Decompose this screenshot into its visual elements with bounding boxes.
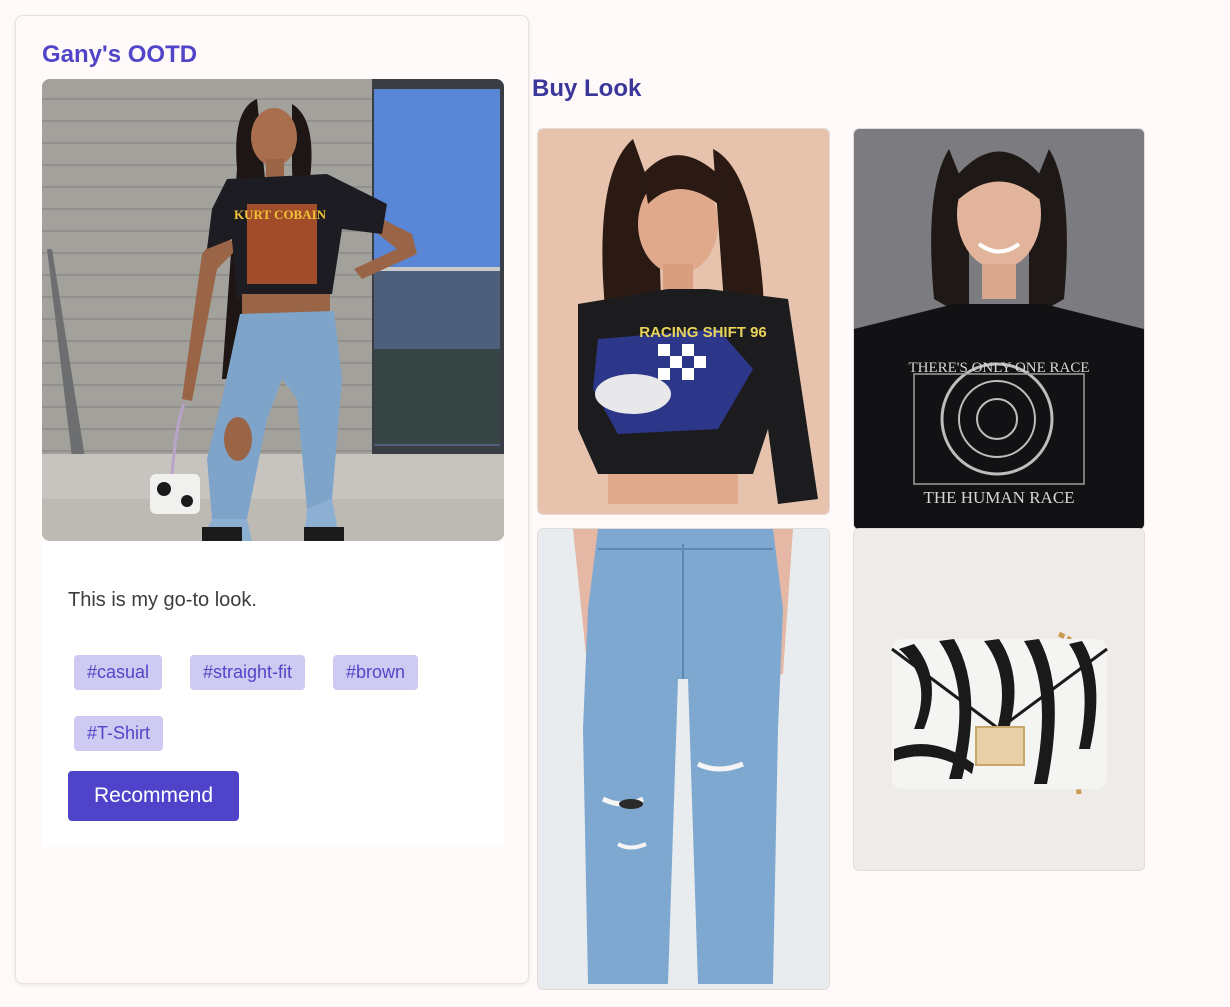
post-details: This is my go-to look. #casual #straight…: [42, 541, 504, 847]
shirt-print-text: KURT COBAIN: [234, 207, 327, 222]
tag-straight-fit[interactable]: #straight-fit: [190, 655, 306, 690]
post-caption: This is my go-to look.: [68, 589, 257, 611]
ootd-photo: KURT COBAIN: [42, 79, 504, 541]
tag-brown[interactable]: #brown: [333, 655, 419, 690]
racing-tee-print: RACING SHIFT 96: [639, 324, 767, 341]
graphic-tee-print-line2: THE HUMAN RACE: [923, 488, 1074, 507]
post-title: Gany's OOTD: [42, 41, 198, 68]
ootd-post-card: Gany's OOTD KURT COBAIN This is my go-to…: [15, 15, 529, 984]
product-ripped-jeans[interactable]: [537, 528, 830, 990]
recommend-button[interactable]: Recommend: [68, 771, 239, 821]
product-zebra-bag[interactable]: [853, 528, 1145, 871]
graphic-tee-print-line1: THERE'S ONLY ONE RACE: [908, 360, 1089, 376]
tag-t-shirt[interactable]: #T-Shirt: [74, 716, 164, 751]
tag-casual[interactable]: #casual: [74, 655, 163, 690]
product-graphic-tee[interactable]: THERE'S ONLY ONE RACE THE HUMAN RACE: [853, 128, 1145, 530]
product-racing-crop-tee[interactable]: RACING SHIFT 96: [537, 128, 830, 515]
buy-look-title: Buy Look: [532, 75, 642, 102]
